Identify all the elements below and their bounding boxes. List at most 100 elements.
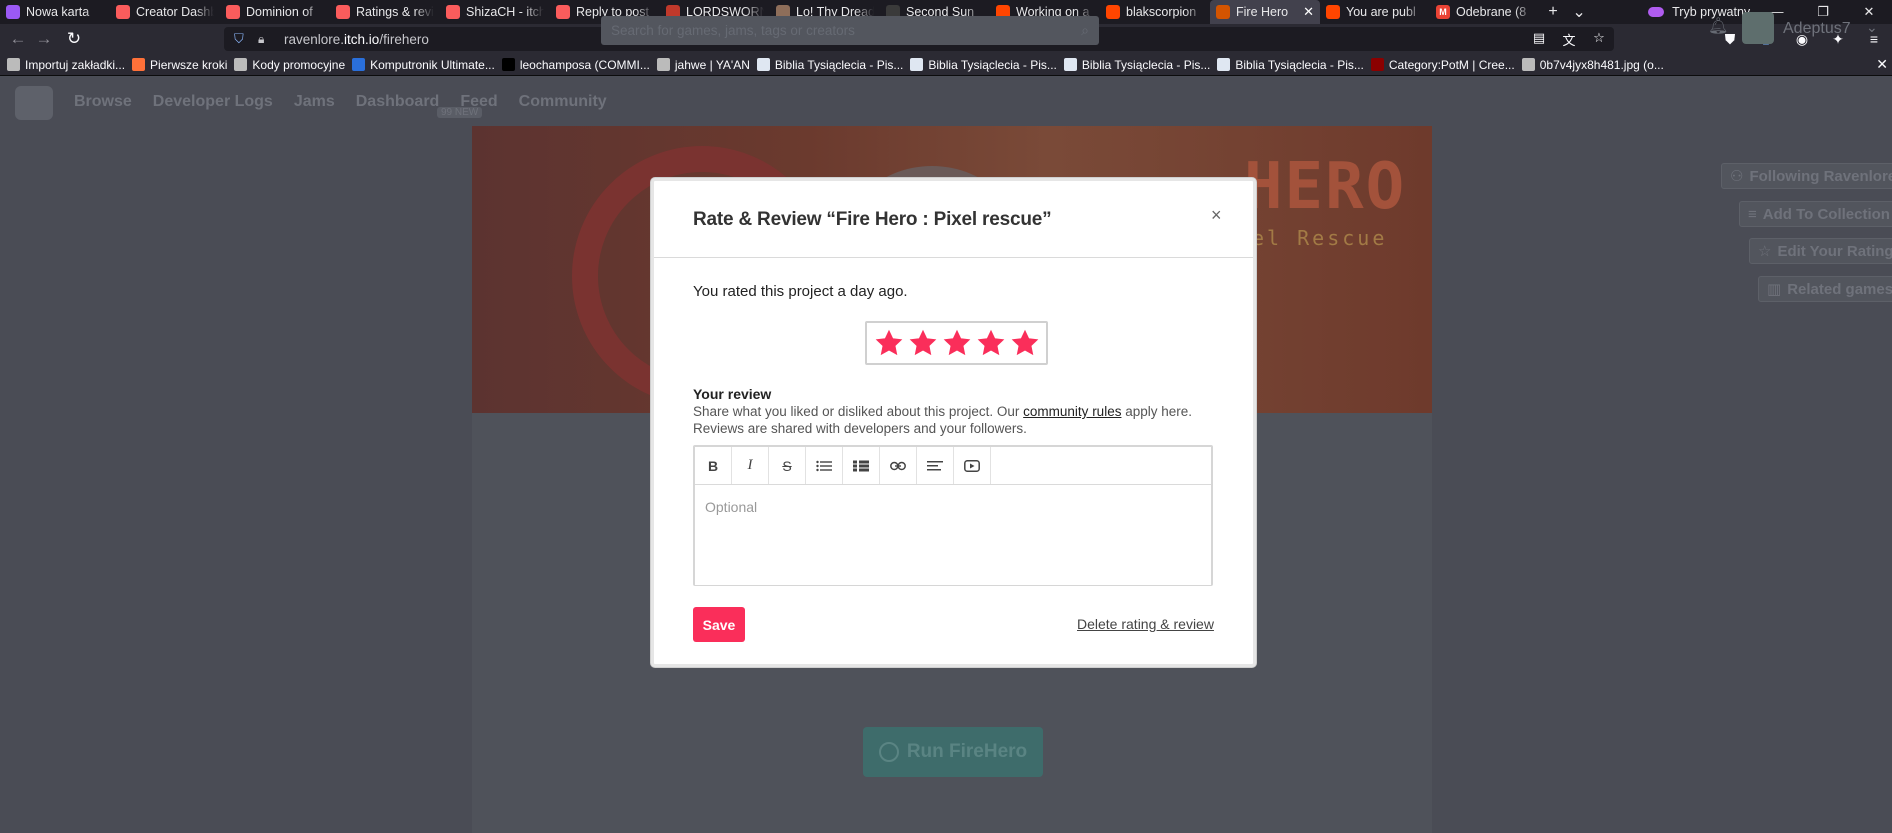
browser-tab[interactable]: Creator Dashboard — [110, 0, 220, 24]
tab-favicon-icon — [1326, 5, 1340, 19]
feed-new-badge: 99 NEW — [437, 107, 483, 118]
star-outline-icon: ☆ — [1758, 243, 1772, 260]
bookmark-item[interactable]: Biblia Tysiąclecia - Pis... — [756, 57, 904, 72]
tab-label: Odebrane (8 — [1456, 5, 1527, 19]
bookmark-label: jahwe | YA'AN — [674, 57, 750, 72]
review-editor: B I S — [693, 445, 1213, 586]
bookmark-favicon-icon — [656, 58, 670, 71]
link-icon[interactable] — [880, 447, 917, 484]
search-icon[interactable]: ⌕ — [1081, 22, 1089, 39]
edit-rating-button[interactable]: ☆ Edit Your Rating — [1749, 238, 1892, 264]
review-label: Your review — [693, 386, 772, 402]
notification-bell-icon[interactable]: 🔔︎ — [1708, 16, 1728, 36]
italic-icon[interactable]: I — [732, 447, 769, 484]
tab-list-button[interactable]: ⌄ — [1566, 0, 1592, 24]
align-icon[interactable] — [917, 447, 954, 484]
site-nav-item[interactable]: Community — [519, 93, 607, 111]
star-icon[interactable] — [974, 328, 1008, 358]
site-nav-item[interactable]: Dashboard — [356, 93, 440, 111]
window-close-icon[interactable]: ✕ — [1846, 4, 1892, 20]
private-browsing-indicator: Tryb prywatny — [1648, 5, 1754, 19]
strikethrough-icon[interactable]: S — [769, 447, 806, 484]
browser-tab[interactable]: You are publ — [1320, 0, 1430, 24]
lock-icon[interactable]: 🔒︎ — [258, 32, 272, 47]
numbered-list-icon[interactable] — [843, 447, 880, 484]
modal-title: Rate & Review “Fire Hero : Pixel rescue” — [693, 209, 1052, 230]
bookmark-item[interactable]: Category:PotM | Cree... — [1370, 57, 1515, 72]
bookmark-item[interactable]: Biblia Tysiąclecia - Pis... — [910, 58, 1057, 72]
bookmarks-overflow-icon[interactable]: ✕ — [1876, 56, 1888, 73]
review-textarea[interactable] — [695, 485, 1211, 585]
tab-label: Nowa karta — [26, 5, 90, 19]
bookmark-item[interactable]: jahwe | YA'AN — [656, 57, 750, 72]
modal-header: Rate & Review “Fire Hero : Pixel rescue”… — [654, 181, 1253, 258]
delete-rating-link[interactable]: Delete rating & review — [1077, 616, 1214, 632]
reload-icon[interactable]: ↻ — [56, 24, 92, 54]
video-icon[interactable] — [954, 447, 991, 484]
edit-rating-label: Edit Your Rating — [1777, 242, 1892, 260]
rate-review-modal: Rate & Review “Fire Hero : Pixel rescue”… — [651, 178, 1256, 667]
tab-favicon-icon — [556, 5, 570, 19]
bookmark-item[interactable]: leochamposa (COMMI... — [501, 57, 650, 72]
save-button[interactable]: Save — [693, 607, 745, 642]
bookmark-item[interactable]: Komputronik Ultimate... — [352, 58, 495, 72]
reader-view-icon[interactable]: ▤ — [1524, 30, 1554, 49]
star-icon[interactable] — [872, 328, 906, 358]
follow-button[interactable]: ⚇ Following Ravenlore — [1721, 163, 1892, 189]
tab-close-icon[interactable]: ✕ — [1303, 4, 1314, 20]
banner-title: HERO — [1244, 150, 1407, 224]
star-icon[interactable] — [906, 328, 940, 358]
new-tab-button[interactable]: + — [1540, 0, 1566, 24]
site-nav-item[interactable]: Browse — [74, 93, 132, 111]
bookmark-item[interactable]: Kody promocyjne — [234, 58, 345, 72]
review-help-text: Share what you liked or disliked about t… — [693, 404, 1192, 436]
collection-label: Add To Collection — [1762, 205, 1890, 223]
browser-tab[interactable]: Dominion of — [220, 0, 330, 24]
site-nav-item[interactable]: Developer Logs — [153, 93, 273, 111]
tab-favicon-icon — [226, 5, 240, 19]
bookmark-item[interactable]: Importuj zakładki... — [7, 58, 125, 72]
url-text[interactable]: ravenlore.itch.io/firehero — [284, 32, 429, 47]
browser-tab[interactable]: Fire Hero ✕ — [1210, 0, 1320, 24]
bookmark-label: Biblia Tysiąclecia - Pis... — [1235, 57, 1364, 72]
bookmark-favicon-icon — [7, 58, 20, 71]
editor-toolbar: B I S — [695, 447, 1211, 485]
community-rules-link[interactable]: community rules — [1023, 404, 1121, 419]
star-icon[interactable] — [1008, 328, 1042, 358]
bookmark-label: Biblia Tysiąclecia - Pis... — [774, 57, 904, 72]
site-nav-item[interactable]: Jams — [294, 93, 335, 111]
bullet-list-icon[interactable] — [806, 447, 843, 484]
bookmark-item[interactable]: Pierwsze kroki — [132, 58, 227, 72]
related-games-button[interactable]: ▥ Related games — [1758, 276, 1892, 302]
avatar[interactable] — [1742, 12, 1774, 44]
translate-icon[interactable]: 文 — [1554, 30, 1584, 49]
browser-tab[interactable]: Nowa karta — [0, 0, 110, 24]
browser-tab[interactable]: blakscorpion — [1100, 0, 1210, 24]
window-controls: — ❐ ✕ — [1754, 4, 1892, 20]
bold-icon[interactable]: B — [695, 447, 732, 484]
bookmark-star-icon[interactable]: ☆ — [1584, 30, 1614, 49]
restore-icon[interactable]: ❐ — [1800, 4, 1846, 20]
bookmark-label: leochamposa (COMMI... — [519, 57, 650, 72]
itch-logo-icon[interactable] — [15, 86, 53, 120]
bookmark-item[interactable]: Biblia Tysiąclecia - Pis... — [1217, 58, 1364, 72]
tracking-shield-icon[interactable]: ⛉ — [234, 31, 248, 47]
browser-tab[interactable]: M Odebrane (8 — [1430, 0, 1540, 24]
add-to-collection-button[interactable]: ≡ Add To Collection — [1739, 201, 1892, 227]
chevron-down-icon[interactable]: ⌄ — [1866, 19, 1878, 36]
browser-tab[interactable]: Ratings & reviews — [330, 0, 440, 24]
site-search-input[interactable]: Search for games, jams, tags or creators… — [601, 16, 1099, 45]
bookmark-favicon-icon — [234, 58, 248, 71]
tab-label: You are publ — [1346, 5, 1416, 19]
bookmark-item[interactable]: 0b7v4jyx8h481.jpg (o... — [1521, 58, 1664, 72]
browser-tab[interactable]: ShizaCH - itch — [440, 0, 550, 24]
bookmark-label: Category:PotM | Cree... — [1388, 57, 1515, 72]
bookmark-favicon-icon — [1063, 58, 1077, 71]
username[interactable]: Adeptus7 — [1783, 20, 1851, 38]
star-icon[interactable] — [940, 328, 974, 358]
run-game-button[interactable]: Run FireHero — [863, 727, 1043, 777]
bookmark-label: Importuj zakładki... — [25, 57, 126, 72]
bookmark-favicon-icon — [910, 58, 924, 71]
close-icon[interactable]: × — [1211, 205, 1222, 226]
bookmark-item[interactable]: Biblia Tysiąclecia - Pis... — [1063, 58, 1210, 72]
